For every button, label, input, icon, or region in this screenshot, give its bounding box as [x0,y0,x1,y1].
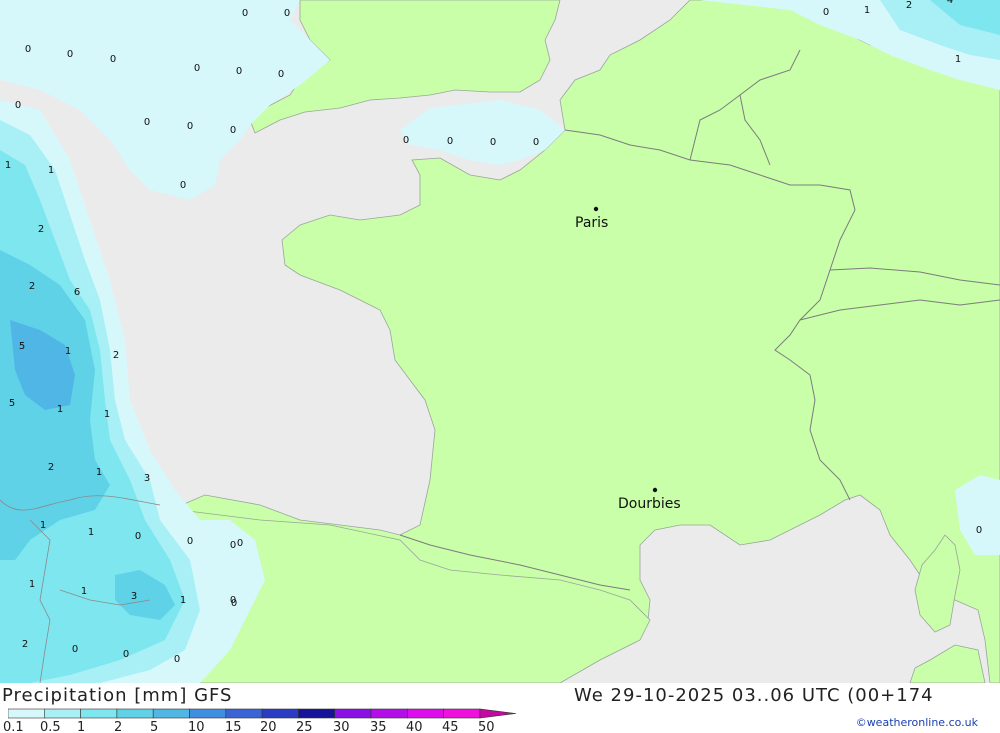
map-title: Precipitation [mm] GFS [2,685,233,706]
contour-label: 2 [113,350,119,361]
contour-label: 0 [284,8,290,19]
contour-label: 0 [230,595,236,606]
legend-swatch [406,708,444,719]
contour-label: 0 [237,538,243,549]
contour-label: 1 [65,346,71,357]
contour-label: 0 [278,69,284,80]
contour-label: 1 [96,467,102,478]
contour-label: 5 [19,341,25,352]
contour-label: 0 [236,66,242,77]
contour-label: 1 [864,5,870,16]
contour-label: 0 [230,125,236,136]
contour-label: 1 [5,160,11,171]
legend-tick-label: 25 [296,720,313,733]
contour-label: 1 [57,404,63,415]
contour-label: 4 [947,0,953,6]
legend-swatch [189,708,227,719]
contour-label: 0 [144,117,150,128]
contour-label: 0 [976,525,982,536]
legend-swatch [370,708,408,719]
legend-tick-label: 20 [260,720,277,733]
legend-swatch [443,708,481,719]
city-label: Paris [575,215,608,231]
contour-label: 2 [38,224,44,235]
legend-tick-label: 0.5 [40,720,61,733]
contour-label: 0 [533,137,539,148]
legend-tick-label: 50 [478,720,495,733]
legend-tick-label: 1 [77,720,85,733]
contour-label: 0 [15,100,21,111]
legend-swatch [298,708,335,719]
legend-tick-label: 15 [225,720,242,733]
contour-label: 1 [88,527,94,538]
contour-label: 0 [135,531,141,542]
contour-label: 0 [25,44,31,55]
contour-label: 0 [194,63,200,74]
legend-swatch [334,708,372,719]
legend-swatch [152,708,190,719]
contour-label: 0 [823,7,829,18]
contour-label: 1 [180,595,186,606]
legend-tick-label: 10 [188,720,205,733]
map-datetime: We 29-10-2025 03..06 UTC (00+174 [574,685,934,706]
legend-ticks: 0.1 0.5 1 2 5 10 15 20 25 30 35 40 45 50 [3,720,495,733]
legend-swatch [479,708,516,719]
legend-swatch [43,708,81,719]
legend-tick-label: 0.1 [3,720,24,733]
contour-label: 5 [9,398,15,409]
contour-label: 0 [403,135,409,146]
contour-label: 0 [72,644,78,655]
legend-swatch [116,708,154,719]
legend-tick-label: 45 [442,720,459,733]
contour-label: 1 [81,586,87,597]
contour-label: 2 [48,462,54,473]
contour-label: 2 [29,281,35,292]
contour-label: 1 [40,520,46,531]
contour-label: 0 [187,536,193,547]
legend-tick-label: 40 [406,720,423,733]
contour-label: 1 [29,579,35,590]
legend-swatch [261,708,299,719]
legend-tick-label: 2 [114,720,122,733]
contour-label: 0 [123,649,129,660]
precipitation-map: 0 0 0 0 0 0 0 0 0 0 0 0 0 0 0 0 0 0 0 0 1 2 4 0 1 1 1 2 2 6 5 1 2 5 1 1 2 1 3 1… [0,0,1000,683]
contour-label: 0 [187,121,193,132]
contour-label: 0 [110,54,116,65]
contour-label: 0 [242,8,248,19]
contour-label: 1 [48,165,54,176]
contour-label: 0 [67,49,73,60]
legend-tick-label: 5 [150,720,158,733]
contour-label: 0 [447,136,453,147]
contour-label: 2 [906,0,912,11]
contour-label: 1 [104,409,110,420]
legend-swatch [225,708,263,719]
credit-link[interactable]: ©weatheronline.co.uk [856,716,978,729]
contour-label: 3 [144,473,150,484]
legend-swatch [8,708,45,719]
contour-label: 0 [180,180,186,191]
legend-swatch [80,708,118,719]
city-marker [652,487,658,493]
contour-label: 6 [74,287,80,298]
contour-label: 0 [174,654,180,665]
contour-label: 2 [22,639,28,650]
contour-label: 3 [131,591,137,602]
contour-label: 0 [490,137,496,148]
city-label: Dourbies [618,496,681,512]
legend-tick-label: 30 [333,720,350,733]
city-marker [593,206,599,212]
contour-label: 0 [230,540,236,551]
contour-label: 1 [955,54,961,65]
legend-tick-label: 35 [370,720,387,733]
